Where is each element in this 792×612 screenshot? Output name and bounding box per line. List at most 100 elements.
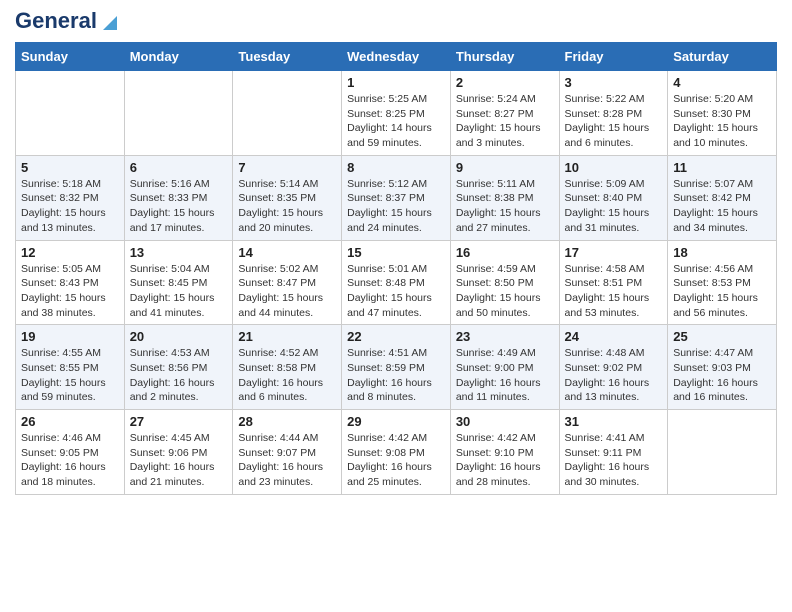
day-header-friday: Friday <box>559 43 668 71</box>
calendar-cell: 30 Sunrise: 4:42 AM Sunset: 9:10 PM Dayli… <box>450 410 559 495</box>
week-row-3: 12Sunrise: 5:05 AM Sunset: 8:43 PM Dayli… <box>16 240 777 325</box>
day-info: Sunrise: 4:58 AM Sunset: 8:51 PM Dayligh… <box>565 262 663 321</box>
day-number: 13 <box>130 245 228 260</box>
day-number: 15 <box>347 245 445 260</box>
day-number: 26 <box>21 414 119 429</box>
page-header: General <box>15 10 777 34</box>
week-row-1: 1 Sunrise: 5:25 AM Sunset: 8:25 PM Daylig… <box>16 71 777 156</box>
day-info: Sunrise: 5:09 AM Sunset: 8:40 PM Dayligh… <box>565 177 663 236</box>
calendar-cell: 13 Sunrise: 5:04 AM Sunset: 8:45 PM Dayli… <box>124 240 233 325</box>
day-info: Sunrise: 4:41 AM Sunset: 9:11 PM Dayligh… <box>565 431 663 490</box>
calendar-cell: 27 Sunrise: 4:45 AM Sunset: 9:06 PM Dayli… <box>124 410 233 495</box>
day-number: 31 <box>565 414 663 429</box>
day-number: 3 <box>565 75 663 90</box>
day-info: Sunrise: 5:22 AM Sunset: 8:28 PM Dayligh… <box>565 92 663 151</box>
calendar-cell <box>16 71 125 156</box>
day-number: 9 <box>456 160 554 175</box>
day-number: 23 <box>456 329 554 344</box>
day-info: Sunrise: 4:47 AM Sunset: 9:03 PM Dayligh… <box>673 346 771 405</box>
day-info: Sunrise: 4:42 AM Sunset: 9:10 PM Dayligh… <box>456 431 554 490</box>
calendar-cell: 28 Sunrise: 4:44 AM Sunset: 9:07 PM Dayli… <box>233 410 342 495</box>
calendar-cell: 21Sunrise: 4:52 AM Sunset: 8:58 PM Dayli… <box>233 325 342 410</box>
day-info: Sunrise: 4:49 AM Sunset: 9:00 PM Dayligh… <box>456 346 554 405</box>
day-number: 22 <box>347 329 445 344</box>
day-info: Sunrise: 5:07 AM Sunset: 8:42 PM Dayligh… <box>673 177 771 236</box>
calendar-cell <box>233 71 342 156</box>
calendar-table: SundayMondayTuesdayWednesdayThursdayFrid… <box>15 42 777 495</box>
day-info: Sunrise: 5:01 AM Sunset: 8:48 PM Dayligh… <box>347 262 445 321</box>
calendar-cell: 2 Sunrise: 5:24 AM Sunset: 8:27 PM Daylig… <box>450 71 559 156</box>
day-number: 6 <box>130 160 228 175</box>
calendar-cell: 7 Sunrise: 5:14 AM Sunset: 8:35 PM Daylig… <box>233 155 342 240</box>
day-header-monday: Monday <box>124 43 233 71</box>
calendar-cell: 26 Sunrise: 4:46 AM Sunset: 9:05 PM Dayli… <box>16 410 125 495</box>
day-header-thursday: Thursday <box>450 43 559 71</box>
day-header-tuesday: Tuesday <box>233 43 342 71</box>
day-info: Sunrise: 4:46 AM Sunset: 9:05 PM Dayligh… <box>21 431 119 490</box>
day-info: Sunrise: 4:51 AM Sunset: 8:59 PM Dayligh… <box>347 346 445 405</box>
day-info: Sunrise: 5:12 AM Sunset: 8:37 PM Dayligh… <box>347 177 445 236</box>
day-number: 10 <box>565 160 663 175</box>
day-number: 28 <box>238 414 336 429</box>
day-number: 29 <box>347 414 445 429</box>
calendar-cell: 16 Sunrise: 4:59 AM Sunset: 8:50 PM Dayli… <box>450 240 559 325</box>
day-number: 21 <box>238 329 336 344</box>
day-header-saturday: Saturday <box>668 43 777 71</box>
day-info: Sunrise: 5:14 AM Sunset: 8:35 PM Dayligh… <box>238 177 336 236</box>
day-header-wednesday: Wednesday <box>342 43 451 71</box>
day-number: 4 <box>673 75 771 90</box>
day-info: Sunrise: 5:11 AM Sunset: 8:38 PM Dayligh… <box>456 177 554 236</box>
week-row-4: 19 Sunrise: 4:55 AM Sunset: 8:55 PM Dayli… <box>16 325 777 410</box>
calendar-cell <box>668 410 777 495</box>
day-info: Sunrise: 4:42 AM Sunset: 9:08 PM Dayligh… <box>347 431 445 490</box>
day-info: Sunrise: 4:53 AM Sunset: 8:56 PM Dayligh… <box>130 346 228 405</box>
logo: General <box>15 10 121 34</box>
calendar-cell: 24Sunrise: 4:48 AM Sunset: 9:02 PM Dayli… <box>559 325 668 410</box>
day-number: 5 <box>21 160 119 175</box>
day-number: 19 <box>21 329 119 344</box>
calendar-cell: 6Sunrise: 5:16 AM Sunset: 8:33 PM Daylig… <box>124 155 233 240</box>
day-number: 25 <box>673 329 771 344</box>
calendar-cell: 11Sunrise: 5:07 AM Sunset: 8:42 PM Dayli… <box>668 155 777 240</box>
day-info: Sunrise: 4:56 AM Sunset: 8:53 PM Dayligh… <box>673 262 771 321</box>
calendar-cell: 20 Sunrise: 4:53 AM Sunset: 8:56 PM Dayli… <box>124 325 233 410</box>
day-info: Sunrise: 5:20 AM Sunset: 8:30 PM Dayligh… <box>673 92 771 151</box>
day-number: 16 <box>456 245 554 260</box>
calendar-cell: 15 Sunrise: 5:01 AM Sunset: 8:48 PM Dayli… <box>342 240 451 325</box>
day-info: Sunrise: 5:18 AM Sunset: 8:32 PM Dayligh… <box>21 177 119 236</box>
day-number: 30 <box>456 414 554 429</box>
week-row-2: 5 Sunrise: 5:18 AM Sunset: 8:32 PM Daylig… <box>16 155 777 240</box>
calendar-cell: 19 Sunrise: 4:55 AM Sunset: 8:55 PM Dayli… <box>16 325 125 410</box>
day-number: 2 <box>456 75 554 90</box>
day-info: Sunrise: 5:25 AM Sunset: 8:25 PM Dayligh… <box>347 92 445 151</box>
day-info: Sunrise: 5:24 AM Sunset: 8:27 PM Dayligh… <box>456 92 554 151</box>
calendar-cell: 5 Sunrise: 5:18 AM Sunset: 8:32 PM Daylig… <box>16 155 125 240</box>
day-info: Sunrise: 4:55 AM Sunset: 8:55 PM Dayligh… <box>21 346 119 405</box>
logo-icon <box>99 12 121 34</box>
calendar-cell: 9 Sunrise: 5:11 AM Sunset: 8:38 PM Daylig… <box>450 155 559 240</box>
day-number: 20 <box>130 329 228 344</box>
calendar-cell: 17 Sunrise: 4:58 AM Sunset: 8:51 PM Dayli… <box>559 240 668 325</box>
day-number: 24 <box>565 329 663 344</box>
day-info: Sunrise: 5:02 AM Sunset: 8:47 PM Dayligh… <box>238 262 336 321</box>
calendar-cell: 22 Sunrise: 4:51 AM Sunset: 8:59 PM Dayli… <box>342 325 451 410</box>
day-info: Sunrise: 4:45 AM Sunset: 9:06 PM Dayligh… <box>130 431 228 490</box>
calendar-cell: 29 Sunrise: 4:42 AM Sunset: 9:08 PM Dayli… <box>342 410 451 495</box>
calendar-cell: 10 Sunrise: 5:09 AM Sunset: 8:40 PM Dayli… <box>559 155 668 240</box>
day-info: Sunrise: 4:44 AM Sunset: 9:07 PM Dayligh… <box>238 431 336 490</box>
day-number: 1 <box>347 75 445 90</box>
calendar-cell: 1 Sunrise: 5:25 AM Sunset: 8:25 PM Daylig… <box>342 71 451 156</box>
day-info: Sunrise: 4:59 AM Sunset: 8:50 PM Dayligh… <box>456 262 554 321</box>
day-number: 27 <box>130 414 228 429</box>
week-row-5: 26 Sunrise: 4:46 AM Sunset: 9:05 PM Dayli… <box>16 410 777 495</box>
calendar-cell: 3 Sunrise: 5:22 AM Sunset: 8:28 PM Daylig… <box>559 71 668 156</box>
day-info: Sunrise: 5:04 AM Sunset: 8:45 PM Dayligh… <box>130 262 228 321</box>
day-number: 8 <box>347 160 445 175</box>
calendar-cell: 18Sunrise: 4:56 AM Sunset: 8:53 PM Dayli… <box>668 240 777 325</box>
day-number: 17 <box>565 245 663 260</box>
calendar-cell <box>124 71 233 156</box>
calendar-cell: 25 Sunrise: 4:47 AM Sunset: 9:03 PM Dayli… <box>668 325 777 410</box>
day-header-sunday: Sunday <box>16 43 125 71</box>
calendar-cell: 8 Sunrise: 5:12 AM Sunset: 8:37 PM Daylig… <box>342 155 451 240</box>
day-number: 7 <box>238 160 336 175</box>
